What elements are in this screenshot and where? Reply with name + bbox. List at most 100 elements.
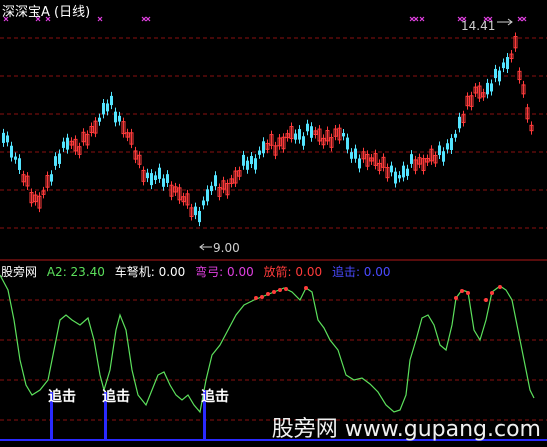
candle-body — [210, 185, 213, 192]
candle-body — [390, 165, 393, 173]
sell-marker — [484, 298, 488, 302]
candle-body — [14, 156, 17, 160]
candle-body — [214, 175, 217, 187]
candle-body — [6, 135, 9, 143]
candle-body — [158, 167, 161, 179]
candle-body — [202, 200, 205, 206]
watermark: 股旁网 www.gupang.com — [271, 417, 541, 442]
candle-body — [350, 152, 353, 159]
candle-body — [446, 143, 449, 150]
candle-body — [454, 133, 457, 138]
candle-body — [442, 151, 445, 162]
legend-fangjian: 放箭: 0.00 — [263, 265, 323, 279]
indicator-name: 股旁网 — [1, 265, 38, 279]
candle-body — [298, 129, 301, 140]
top-x-marker — [517, 16, 523, 22]
candle-body — [502, 62, 505, 69]
candle-body — [306, 123, 309, 132]
sell-marker — [304, 286, 308, 290]
top-x-marker — [141, 16, 147, 22]
sell-marker — [490, 291, 494, 295]
candle-body — [398, 175, 401, 179]
chase-label-2: 追击 — [102, 389, 130, 405]
candle-body — [250, 155, 253, 165]
candle-body — [394, 171, 397, 184]
candle-body — [458, 116, 461, 129]
candle-body — [66, 137, 69, 150]
candle-body — [166, 174, 169, 183]
legend-nugong: 弯弓: 0.00 — [195, 265, 254, 279]
candle-body — [18, 158, 21, 170]
sell-marker — [272, 290, 276, 294]
sell-marker — [284, 287, 288, 291]
high-price-label: 14.41 — [461, 19, 496, 33]
candle-body — [10, 145, 13, 158]
candle-body — [58, 153, 61, 164]
candle-body — [486, 82, 489, 95]
sell-marker — [260, 295, 264, 299]
legend-a2: A2: 23.40 — [46, 265, 105, 279]
candle-body — [438, 145, 441, 156]
candle-body — [450, 138, 453, 151]
candle-body — [198, 210, 201, 223]
candle-body — [354, 148, 357, 159]
sell-marker — [254, 296, 258, 300]
legend-zhuiji: 追击: 0.00 — [331, 265, 391, 279]
candle-body — [62, 141, 65, 148]
sell-marker — [266, 292, 270, 296]
candle-body — [242, 154, 245, 166]
candle-body — [494, 68, 497, 79]
candle-body — [302, 136, 305, 146]
low-arrow — [199, 243, 212, 251]
top-x-marker — [145, 16, 151, 22]
candle-body — [194, 206, 197, 216]
candle-body — [54, 156, 57, 166]
candles — [2, 18, 534, 251]
top-x-marker — [97, 16, 103, 22]
candle-body — [206, 189, 209, 202]
candle-body — [146, 172, 149, 179]
legend-chenuji: 车弩机: 0.00 — [114, 265, 186, 279]
candle-body — [410, 154, 413, 164]
sell-marker — [454, 296, 458, 300]
candle-body — [490, 83, 493, 92]
sell-marker — [466, 291, 470, 295]
indicator-legend: 股旁网 A2: 23.40 车弩机: 0.00 弯弓: 0.00 放箭: 0.0… — [1, 263, 397, 280]
chart-canvas — [0, 16, 547, 441]
chase-label-1: 追击 — [48, 389, 76, 405]
candle-body — [406, 168, 409, 176]
candle-body — [162, 178, 165, 187]
candle-body — [498, 70, 501, 82]
candle-body — [110, 95, 113, 106]
sell-marker — [498, 285, 502, 289]
candle-body — [342, 133, 345, 137]
sell-marker — [278, 288, 282, 292]
top-x-marker — [409, 16, 415, 22]
candle-body — [154, 175, 157, 181]
candle-body — [254, 158, 257, 170]
candle-body — [114, 111, 117, 123]
candle-body — [246, 160, 249, 170]
sell-marker — [460, 289, 464, 293]
high-arrow — [497, 18, 513, 26]
candle-body — [310, 126, 313, 138]
chart-title: 深深宝A (日线) — [2, 5, 91, 20]
candle-body — [262, 141, 265, 154]
low-price-label: 9.00 — [213, 241, 240, 255]
candle-body — [150, 173, 153, 186]
candle-body — [106, 103, 109, 112]
grid — [0, 37, 547, 441]
top-x-marker — [521, 16, 527, 22]
chase-label-3: 追击 — [201, 389, 229, 405]
candle-body — [50, 174, 53, 182]
candle-body — [98, 117, 101, 122]
candle-body — [402, 165, 405, 178]
candle-body — [2, 132, 5, 143]
candle-body — [102, 102, 105, 115]
top-x-marker — [419, 16, 425, 22]
candle-body — [346, 137, 349, 150]
candle-body — [506, 57, 509, 70]
candle-body — [358, 158, 361, 169]
candle-body — [294, 133, 297, 140]
candle-body — [258, 150, 261, 155]
